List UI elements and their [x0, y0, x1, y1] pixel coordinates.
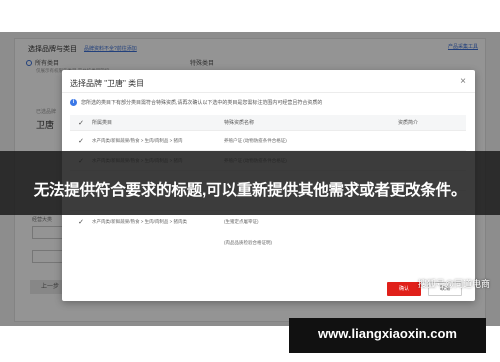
- row-qualification: (肉品品质检验合格证明): [224, 240, 272, 245]
- row-category: 水产肉类/新鲜蔬果/熟食 > 生肉/肉制品 > 猪肉: [92, 137, 183, 143]
- table-row[interactable]: (肉品品质检验合格证明): [70, 233, 466, 253]
- caption-text: 无法提供符合要求的标题,可以重新提供其他需求或者更改条件。: [33, 182, 467, 199]
- row-checkbox[interactable]: ✓: [70, 137, 92, 145]
- site-url: www.liangxiaoxin.com: [318, 326, 457, 341]
- info-text: 您所选的类目下有部分类目需符合特殊资质,请再次确认以下选中的类目是您需标注范围内…: [81, 100, 323, 106]
- table-header: ✓ 所属类目 特殊资质名称 资质简介: [70, 115, 466, 131]
- table-row[interactable]: ✓ 水产肉类/新鲜蔬果/熟食 > 生肉/肉制品 > 猪肉 养殖户证 (动物防疫条…: [70, 131, 466, 151]
- info-notice: i 您所选的类目下有部分类目需符合特殊资质,请再次确认以下选中的类目是您需标注范…: [70, 99, 322, 106]
- check-column-header: ✓: [78, 119, 84, 127]
- column-header-intro: 资质简介: [398, 120, 419, 126]
- close-icon[interactable]: ×: [460, 76, 466, 87]
- row-qualification: (生猪定点屠宰证): [224, 219, 259, 224]
- row-qualification: 养殖户证 (动物防疫条件合格证): [224, 137, 287, 143]
- column-header-name: 特殊资质名称: [224, 120, 255, 126]
- row-category: 水产肉类/新鲜蔬果/熟食 > 生肉/肉制品 > 猪肉类: [92, 219, 188, 224]
- divider: [62, 92, 475, 93]
- dialog-title: 选择品牌 "卫唐" 类目: [70, 79, 145, 88]
- watermark: 搜狐号@同道电商: [417, 279, 490, 289]
- confirm-button[interactable]: 确认: [387, 282, 421, 296]
- row-checkbox[interactable]: ✓: [70, 218, 92, 226]
- column-header-category: 所属类目: [92, 120, 113, 126]
- info-icon: i: [70, 99, 77, 106]
